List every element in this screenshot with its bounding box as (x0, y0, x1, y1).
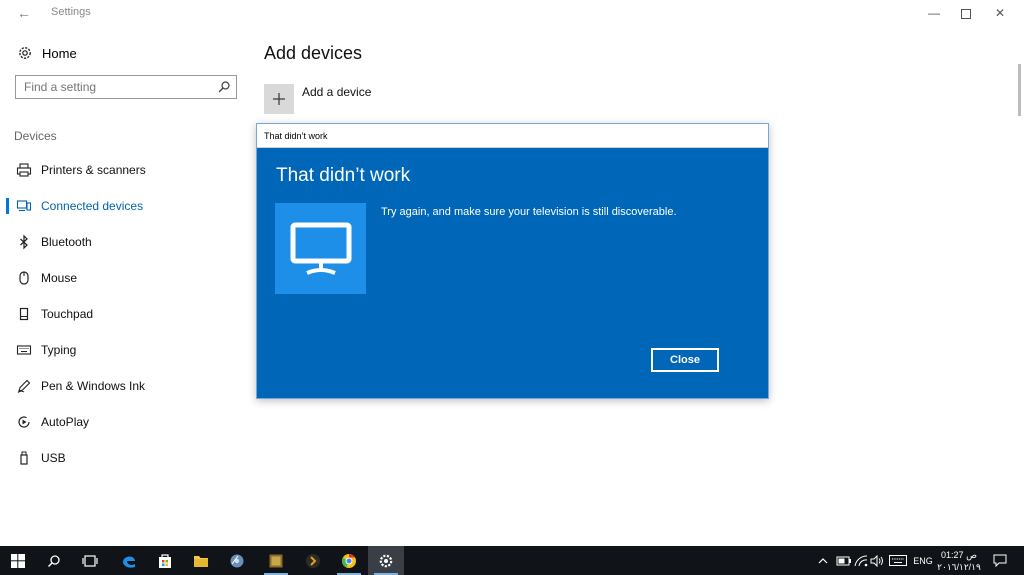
window-title: Settings (51, 6, 91, 18)
taskbar-search-button[interactable] (36, 546, 72, 575)
section-header-devices: Devices (14, 129, 57, 143)
add-device-button[interactable]: Add a device (264, 84, 371, 114)
sidebar-item-usb[interactable]: USB (0, 440, 250, 476)
pen-icon (17, 379, 31, 393)
tray-overflow-button[interactable] (815, 546, 831, 575)
sidebar-item-printers[interactable]: Printers & scanners (0, 152, 250, 188)
mouse-icon (19, 271, 29, 285)
sidebar: Home Devices Printers & scanners Connect… (0, 26, 250, 546)
sidebar-item-label: Connected devices (41, 199, 144, 213)
minimize-button[interactable]: — (917, 0, 951, 26)
battery-button[interactable] (835, 546, 853, 575)
printer-icon (16, 163, 32, 177)
clock-date: ٢٠١٦/١٢/١٩ (937, 562, 981, 572)
close-button[interactable]: Close (651, 348, 719, 372)
devices-nav: Printers & scanners Connected devices Bl… (0, 152, 250, 476)
search-icon[interactable] (216, 79, 232, 95)
gear-icon (379, 554, 393, 567)
sidebar-item-connected-devices[interactable]: Connected devices (0, 188, 250, 224)
task-view-icon (82, 554, 98, 567)
touchpad-icon (19, 307, 29, 321)
usb-icon (20, 451, 28, 465)
chevron-up-icon (818, 557, 828, 563)
monitor-tile (275, 203, 366, 294)
sidebar-item-label: USB (41, 451, 66, 465)
sidebar-item-label: Printers & scanners (41, 163, 146, 177)
add-device-label: Add a device (302, 85, 372, 99)
keyboard-icon (16, 345, 32, 355)
dialog-message: Try again, and make sure your television… (381, 206, 677, 218)
taskbar-app[interactable] (258, 546, 294, 575)
app-icon (269, 554, 283, 567)
sidebar-item-label: Bluetooth (41, 235, 92, 249)
back-button[interactable]: ← (14, 4, 34, 22)
sidebar-item-label: Touchpad (41, 307, 94, 321)
clock-time: 01:27 ص (941, 550, 977, 560)
bluetooth-icon (20, 234, 28, 250)
window-titlebar: ← Settings — ✕ (0, 0, 1024, 26)
home-label: Home (42, 45, 77, 61)
maximize-icon (961, 8, 971, 19)
sidebar-item-typing[interactable]: Typing (0, 332, 250, 368)
network-button[interactable] (853, 546, 869, 575)
sidebar-item-mouse[interactable]: Mouse (0, 260, 250, 296)
taskbar-store[interactable] (147, 546, 183, 575)
start-button[interactable] (0, 546, 36, 575)
action-center-button[interactable] (990, 546, 1010, 575)
taskbar: ENG 01:27 ص ٢٠١٦/١٢/١٩ (0, 546, 1024, 575)
taskbar-file-explorer[interactable] (183, 546, 219, 575)
task-view-button[interactable] (72, 546, 108, 575)
sidebar-item-autoplay[interactable]: AutoPlay (0, 404, 250, 440)
media-player-icon (230, 554, 244, 567)
sidebar-item-label: AutoPlay (41, 415, 90, 429)
chrome-icon (341, 553, 356, 568)
close-window-button[interactable]: ✕ (983, 0, 1017, 26)
sidebar-item-label: Mouse (41, 271, 78, 285)
touch-keyboard-button[interactable] (888, 546, 908, 575)
store-icon (159, 553, 171, 568)
page-title: Add devices (264, 43, 363, 63)
edge-icon (123, 556, 135, 568)
clock[interactable]: 01:27 ص ٢٠١٦/١٢/١٩ (936, 549, 982, 573)
windows-logo-icon (11, 553, 25, 568)
search-input[interactable] (16, 76, 206, 98)
battery-icon (836, 556, 851, 565)
plus-icon (264, 84, 294, 114)
taskbar-settings[interactable] (368, 546, 404, 575)
scrollbar[interactable] (1018, 64, 1021, 116)
sidebar-item-label: Typing (41, 343, 77, 357)
search-icon (48, 554, 60, 567)
sidebar-item-pen[interactable]: Pen & Windows Ink (0, 368, 250, 404)
notification-icon (993, 554, 1007, 567)
sidebar-item-label: Pen & Windows Ink (41, 379, 146, 393)
search-box[interactable] (15, 75, 237, 99)
error-dialog: That didn’t work That didn’t work Try ag… (256, 123, 769, 399)
taskbar-plex[interactable] (295, 546, 331, 575)
gear-icon (19, 47, 31, 59)
folder-icon (194, 555, 208, 567)
home-link[interactable]: Home (17, 43, 77, 63)
taskbar-chrome[interactable] (331, 546, 367, 575)
dialog-titlebar: That didn’t work (257, 124, 768, 148)
keyboard-icon (889, 555, 907, 566)
sidebar-item-bluetooth[interactable]: Bluetooth (0, 224, 250, 260)
wifi-icon (854, 554, 868, 566)
plex-icon (306, 553, 320, 568)
language-indicator[interactable]: ENG (910, 546, 936, 575)
autoplay-icon (18, 416, 30, 428)
monitor-icon (290, 222, 351, 275)
volume-button[interactable] (869, 546, 885, 575)
dialog-heading: That didn’t work (276, 165, 411, 186)
speaker-icon (870, 554, 883, 567)
taskbar-media-player[interactable] (219, 546, 255, 575)
sidebar-item-touchpad[interactable]: Touchpad (0, 296, 250, 332)
maximize-button[interactable] (949, 0, 983, 26)
taskbar-edge[interactable] (111, 546, 147, 575)
connected-devices-icon (16, 200, 32, 212)
